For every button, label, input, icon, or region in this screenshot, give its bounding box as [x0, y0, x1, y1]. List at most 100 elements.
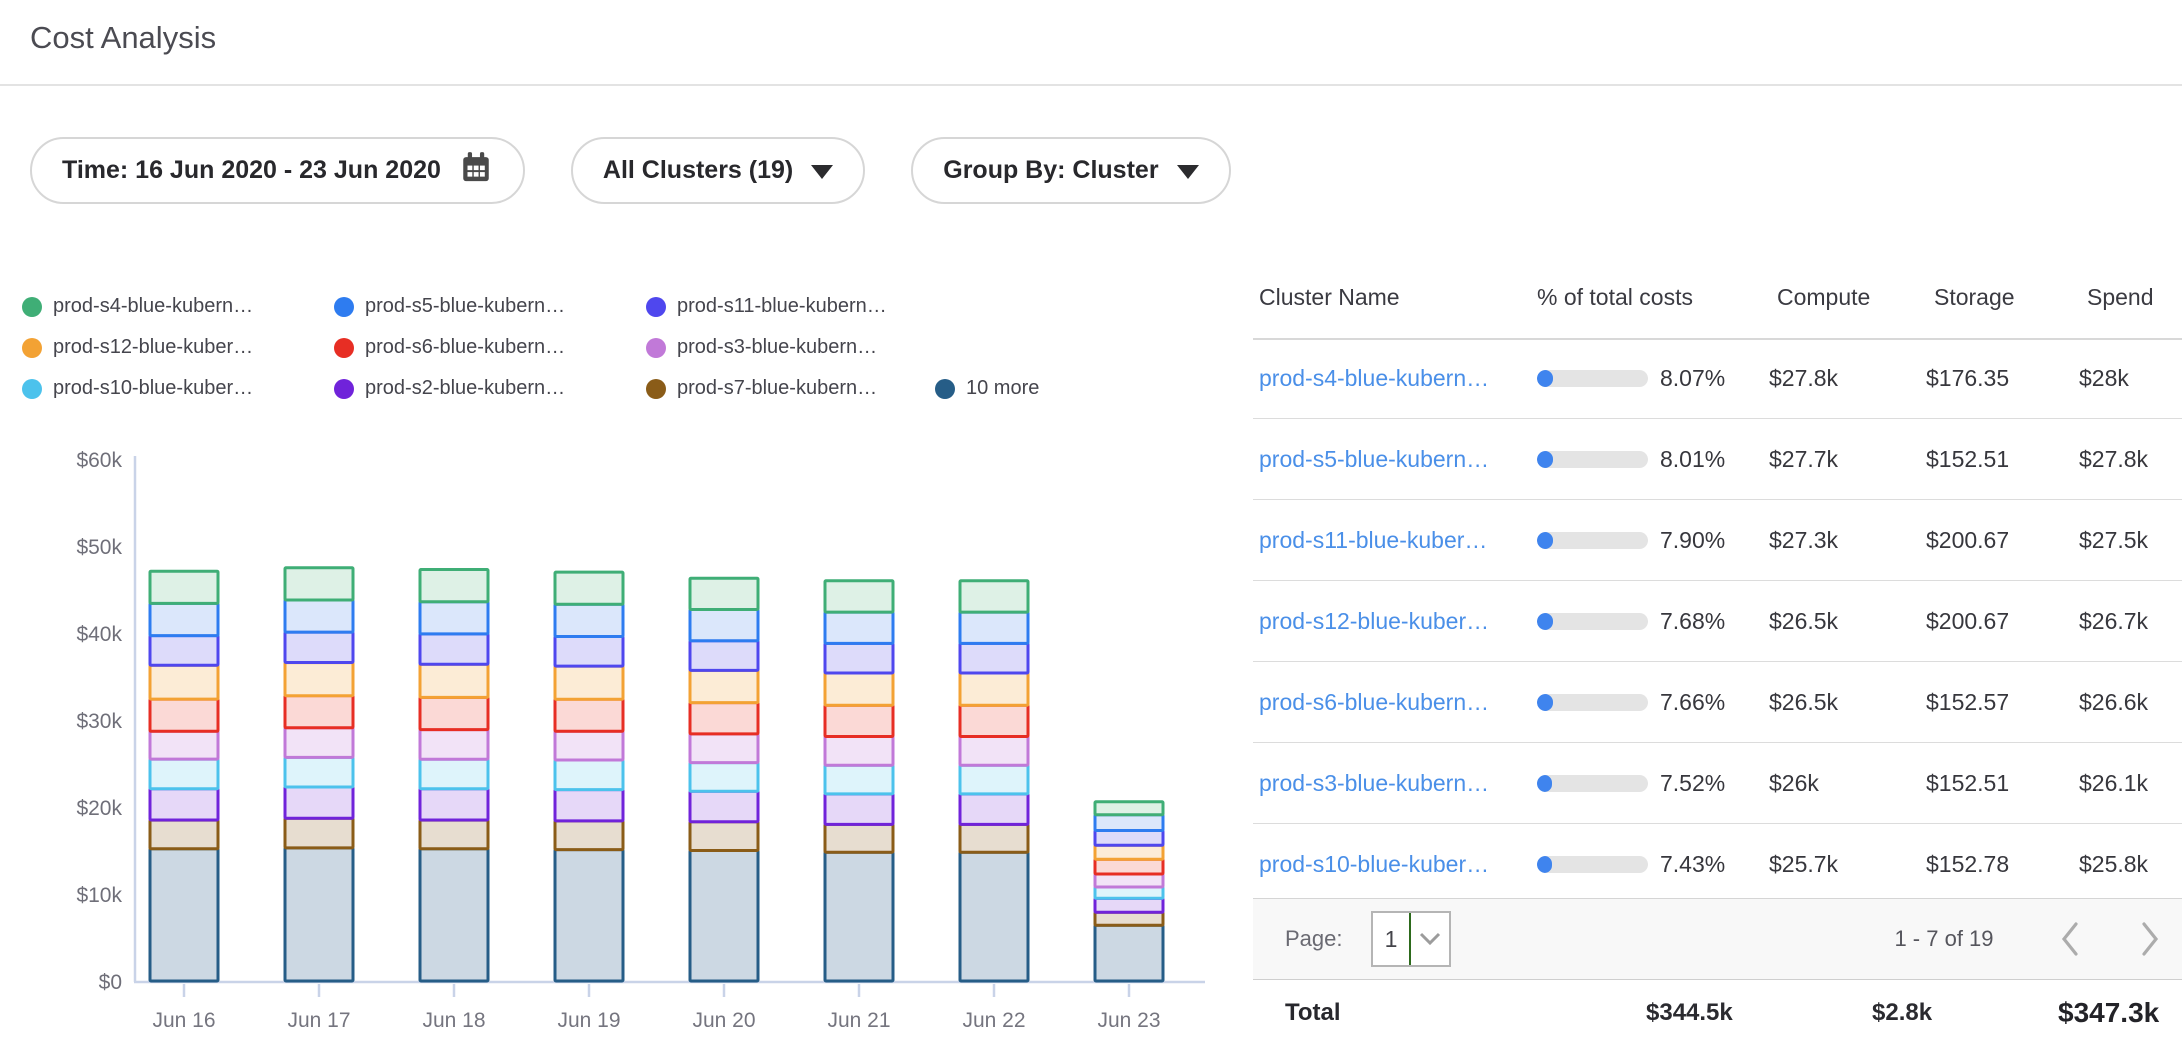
bar-segment[interactable] — [150, 759, 218, 789]
time-range-filter[interactable]: Time: 16 Jun 2020 - 23 Jun 2020 — [30, 137, 525, 204]
bar-segment[interactable] — [150, 731, 218, 759]
bar-segment[interactable] — [285, 568, 353, 600]
bar-segment[interactable] — [555, 699, 623, 731]
bar-segment[interactable] — [555, 850, 623, 981]
bar-segment[interactable] — [285, 818, 353, 848]
bar-segment[interactable] — [285, 728, 353, 758]
page-select[interactable]: 1 — [1371, 911, 1451, 967]
bar-segment[interactable] — [1095, 912, 1163, 925]
bar-segment[interactable] — [825, 581, 893, 612]
legend-item-prod-s11-blue-kubern[interactable]: prod-s11-blue-kubern… — [646, 295, 887, 318]
bar-segment[interactable] — [555, 821, 623, 850]
bar-segment[interactable] — [960, 737, 1028, 766]
bar-segment[interactable] — [420, 789, 488, 820]
bar-segment[interactable] — [1095, 925, 1163, 981]
bar-segment[interactable] — [690, 822, 758, 851]
bar-segment[interactable] — [555, 731, 623, 760]
legend-item-prod-s5-blue-kubern[interactable]: prod-s5-blue-kubern… — [334, 295, 565, 318]
bar-segment[interactable] — [555, 572, 623, 604]
bar-segment[interactable] — [1095, 831, 1163, 846]
bar-segment[interactable] — [690, 734, 758, 763]
bar-segment[interactable] — [825, 852, 893, 981]
bar-segment[interactable] — [690, 578, 758, 609]
bar-segment[interactable] — [555, 760, 623, 790]
bar-segment[interactable] — [1095, 859, 1163, 874]
legend-item-10-more[interactable]: 10 more — [935, 377, 1039, 400]
bar-segment[interactable] — [1095, 815, 1163, 831]
bar-segment[interactable] — [825, 765, 893, 794]
group-by-dropdown[interactable]: Group By: Cluster — [911, 137, 1230, 204]
bar-segment[interactable] — [420, 664, 488, 697]
cluster-name-link[interactable]: prod-s5-blue-kubern… — [1259, 446, 1489, 472]
bar-segment[interactable] — [1095, 874, 1163, 887]
bar-segment[interactable] — [420, 697, 488, 729]
bar-segment[interactable] — [1095, 845, 1163, 859]
bar-segment[interactable] — [285, 696, 353, 728]
bar-segment[interactable] — [150, 665, 218, 699]
bar-segment[interactable] — [825, 737, 893, 766]
bar-segment[interactable] — [150, 820, 218, 849]
bar-segment[interactable] — [690, 763, 758, 792]
cluster-name-link[interactable]: prod-s11-blue-kuber… — [1259, 527, 1487, 553]
bar-segment[interactable] — [960, 705, 1028, 736]
bar-segment[interactable] — [420, 730, 488, 760]
bar-segment[interactable] — [690, 791, 758, 821]
bar-segment[interactable] — [960, 794, 1028, 824]
bar-segment[interactable] — [420, 570, 488, 602]
bar-segment[interactable] — [825, 612, 893, 643]
bar-segment[interactable] — [825, 673, 893, 705]
clusters-filter-dropdown[interactable]: All Clusters (19) — [571, 137, 865, 204]
bar-segment[interactable] — [960, 673, 1028, 705]
bar-segment[interactable] — [960, 824, 1028, 852]
legend-item-prod-s10-blue-kuber[interactable]: prod-s10-blue-kuber… — [22, 377, 253, 400]
bar-segment[interactable] — [960, 581, 1028, 612]
bar-segment[interactable] — [960, 765, 1028, 794]
bar-segment[interactable] — [825, 794, 893, 824]
bar-segment[interactable] — [285, 848, 353, 981]
bar-segment[interactable] — [1095, 898, 1163, 912]
bar-segment[interactable] — [960, 612, 1028, 643]
bar-segment[interactable] — [555, 790, 623, 821]
bar-segment[interactable] — [690, 703, 758, 734]
bar-segment[interactable] — [150, 636, 218, 666]
bar-segment[interactable] — [690, 851, 758, 982]
bar-segment[interactable] — [1095, 887, 1163, 898]
cluster-name-link[interactable]: prod-s3-blue-kubern… — [1259, 770, 1489, 796]
bar-segment[interactable] — [960, 852, 1028, 981]
cluster-name-link[interactable]: prod-s12-blue-kuber… — [1259, 608, 1489, 634]
bar-segment[interactable] — [150, 603, 218, 635]
bar-segment[interactable] — [150, 849, 218, 981]
legend-item-prod-s7-blue-kubern[interactable]: prod-s7-blue-kubern… — [646, 377, 877, 400]
bar-segment[interactable] — [825, 705, 893, 736]
bar-segment[interactable] — [420, 602, 488, 634]
next-page-button[interactable] — [2132, 917, 2168, 961]
bar-segment[interactable] — [285, 787, 353, 818]
bar-segment[interactable] — [825, 643, 893, 673]
bar-segment[interactable] — [555, 666, 623, 699]
legend-item-prod-s2-blue-kubern[interactable]: prod-s2-blue-kubern… — [334, 377, 565, 400]
bar-segment[interactable] — [150, 699, 218, 731]
bar-segment[interactable] — [285, 632, 353, 662]
bar-segment[interactable] — [420, 849, 488, 981]
legend-item-prod-s6-blue-kubern[interactable]: prod-s6-blue-kubern… — [334, 336, 565, 359]
bar-segment[interactable] — [690, 670, 758, 702]
cluster-name-link[interactable]: prod-s10-blue-kuber… — [1259, 851, 1489, 877]
bar-segment[interactable] — [690, 610, 758, 641]
bar-segment[interactable] — [420, 634, 488, 664]
bar-segment[interactable] — [960, 643, 1028, 673]
bar-segment[interactable] — [420, 759, 488, 789]
bar-segment[interactable] — [1095, 802, 1163, 815]
bar-segment[interactable] — [690, 641, 758, 671]
cluster-name-link[interactable]: prod-s6-blue-kubern… — [1259, 689, 1489, 715]
bar-segment[interactable] — [285, 663, 353, 696]
previous-page-button[interactable] — [2052, 917, 2088, 961]
legend-item-prod-s12-blue-kuber[interactable]: prod-s12-blue-kuber… — [22, 336, 253, 359]
bar-segment[interactable] — [420, 820, 488, 849]
bar-segment[interactable] — [555, 637, 623, 667]
cluster-name-link[interactable]: prod-s4-blue-kubern… — [1259, 365, 1489, 391]
bar-segment[interactable] — [555, 604, 623, 636]
bar-segment[interactable] — [150, 789, 218, 820]
legend-item-prod-s3-blue-kubern[interactable]: prod-s3-blue-kubern… — [646, 336, 877, 359]
bar-segment[interactable] — [285, 757, 353, 787]
bar-segment[interactable] — [150, 571, 218, 603]
